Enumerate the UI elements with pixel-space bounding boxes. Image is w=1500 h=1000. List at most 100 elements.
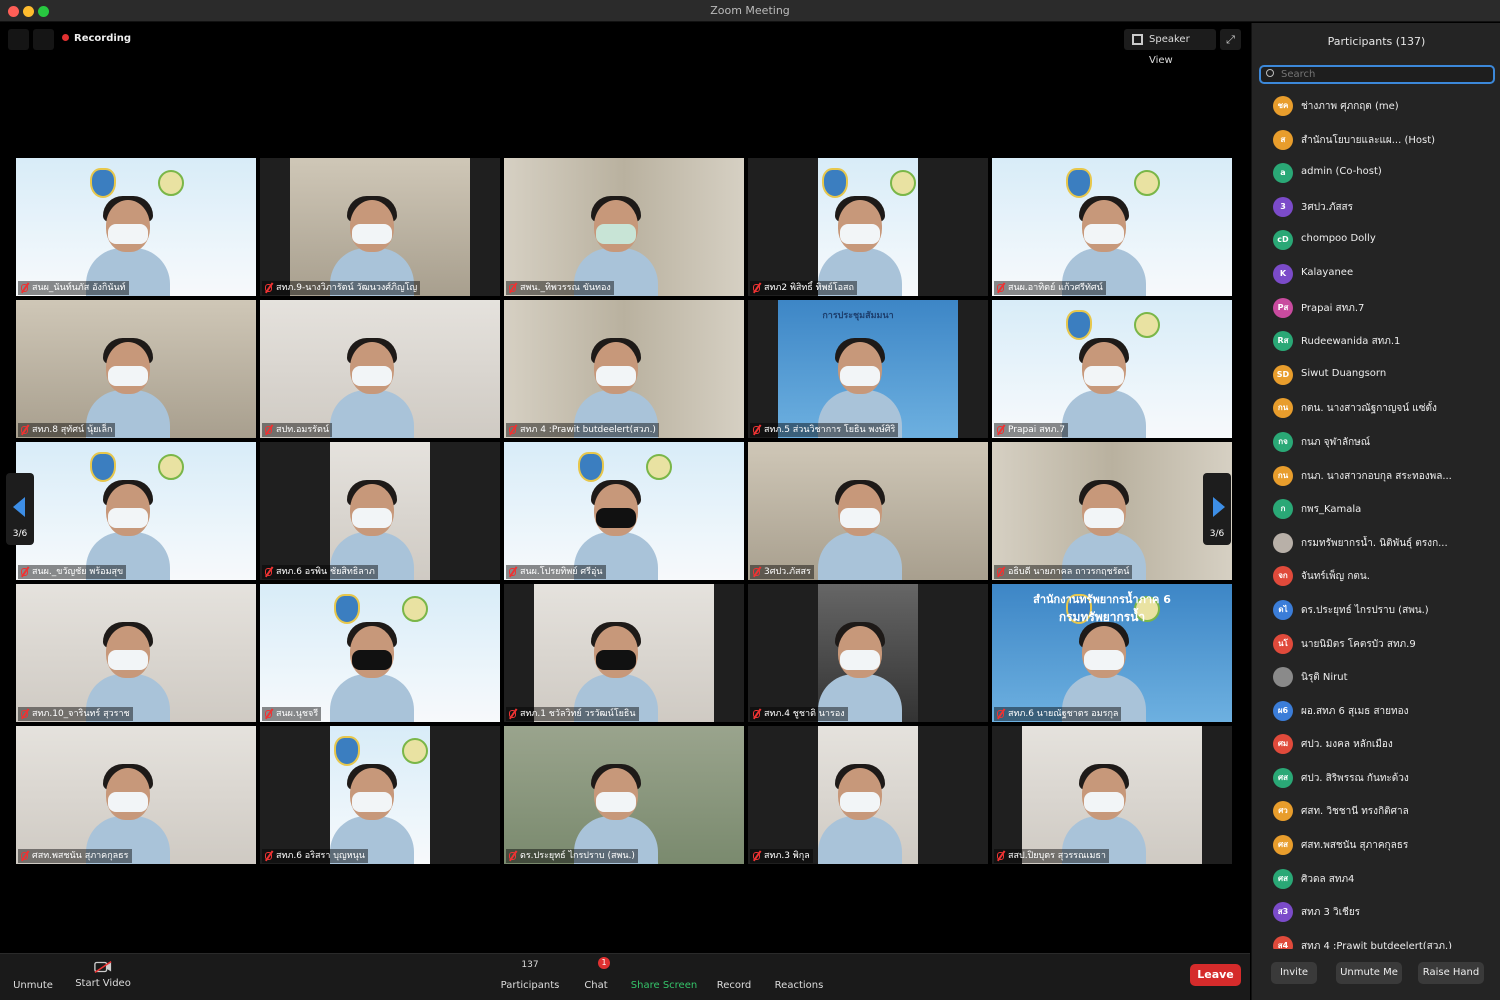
video-tile[interactable]: สทภ 4 :Prawit butdeelert(สวภ.): [504, 300, 744, 438]
video-tile[interactable]: สทภ.10_จารินทร์ สุวราช: [16, 584, 256, 722]
video-tile[interactable]: สทภ.6 อรพิน ชัยสิทธิลาภ: [260, 442, 500, 580]
participant-list-item[interactable]: ส3 สทภ 3 วิเชียร: [1252, 895, 1500, 929]
participant-list-item[interactable]: ชค ช่างภาพ ศุภกฤต (me): [1252, 89, 1500, 123]
mic-muted-icon: [21, 852, 28, 860]
video-tile[interactable]: สทภ.3 พิกุล: [748, 726, 988, 864]
video-tile[interactable]: สทภ2 พิสิทธิ์ ทิพย์โอสถ: [748, 158, 988, 296]
department-seal-icon: [646, 454, 672, 480]
video-tile[interactable]: สนผ.นุชจรี: [260, 584, 500, 722]
video-tile[interactable]: สทภ.6 อริสรา บุญหนุน: [260, 726, 500, 864]
video-tile[interactable]: สปท.อมรรัตน์: [260, 300, 500, 438]
start-video-button[interactable]: Start Video: [74, 960, 132, 989]
participant-list-item[interactable]: ส4 สทภ 4 :Prawit butdeelert(สวภ.): [1252, 929, 1500, 949]
unmute-label: Unmute: [13, 980, 53, 991]
video-tile[interactable]: สทภ.4 ชูชาติ นารอง: [748, 584, 988, 722]
participant-list-item[interactable]: 3 3ศปว.ภัสสร: [1252, 190, 1500, 224]
meeting-info-icon[interactable]: [33, 29, 54, 50]
invite-button[interactable]: Invite: [1271, 962, 1317, 984]
department-seal-icon: [158, 454, 184, 480]
mic-muted-icon: [753, 568, 760, 576]
video-tile[interactable]: สพน._ทิพวรรณ ขันทอง: [504, 158, 744, 296]
participant-list-item[interactable]: ผ6 ผอ.สทภ 6 สุเมธ สายทอง: [1252, 694, 1500, 728]
participant-list-item[interactable]: a admin (Co-host): [1252, 156, 1500, 190]
shared-slide-title: การประชุมสัมมนา: [822, 311, 894, 321]
avatar: กจ: [1273, 431, 1293, 452]
participants-list[interactable]: ชค ช่างภาพ ศุภกฤต (me) ส สำนักนโยบายและแผ..…: [1252, 89, 1500, 949]
video-tile[interactable]: สนผ.โปรยทิพย์ ศรีอุ่น: [504, 442, 744, 580]
video-tile[interactable]: สสป.ปิยบุตร สุวรรณเมธา: [992, 726, 1232, 864]
participant-list-item[interactable]: Rส Rudeewanida สทภ.1: [1252, 324, 1500, 358]
avatar: นโ: [1273, 633, 1293, 654]
search-input[interactable]: [1259, 65, 1495, 84]
participant-list-item[interactable]: ศส ศปว. สิริพรรณ กันทะด้วง: [1252, 761, 1500, 795]
participant-list-item[interactable]: นิรุติ Nirut: [1252, 660, 1500, 694]
participant-list-item[interactable]: กรมทรัพยากรน้ำ. นิติพันธุ์ ตรงก...: [1252, 526, 1500, 560]
video-tile[interactable]: การประชุมสัมมนา สทภ.5 ส่วนวิชาการ โยธิน พ…: [748, 300, 988, 438]
video-tile[interactable]: สนผ._ขวัญชัย พร้อมสุข: [16, 442, 256, 580]
leave-button[interactable]: Leave: [1190, 964, 1241, 986]
shield-icon[interactable]: [8, 29, 29, 50]
banner-line-1: สำนักงานทรัพยากรน้ำภาค 6: [1033, 593, 1171, 606]
participant-list-item[interactable]: จก จันทร์เพ็ญ กตน.: [1252, 559, 1500, 593]
video-tile[interactable]: สำนักงานทรัพยากรน้ำภาค 6 กรมทรัพยากรน้ำ สท…: [992, 584, 1232, 722]
participants-footer: Invite Unmute Me Raise Hand: [1252, 953, 1500, 1000]
reactions-button[interactable]: Reactions: [774, 980, 824, 991]
share-screen-button[interactable]: Share Screen: [630, 980, 698, 991]
participant-list-item[interactable]: ส สำนักนโยบายและแผ... (Host): [1252, 123, 1500, 157]
participant-silhouette: [1062, 338, 1146, 438]
participant-name: สนผ.นุชจรี: [276, 709, 319, 719]
participant-list-item[interactable]: K Kalayanee: [1252, 257, 1500, 291]
avatar: [1273, 667, 1293, 688]
video-tile[interactable]: สทภ.1 ชวัลวิทย์ วรวัฒน์โยธิน: [504, 584, 744, 722]
participants-panel-title: Participants (137): [1327, 35, 1426, 48]
avatar: Rส: [1273, 331, 1293, 352]
video-tile[interactable]: ศสท.พสชนัน สุภาคกุลธร: [16, 726, 256, 864]
raise-hand-button[interactable]: Raise Hand: [1418, 962, 1484, 984]
participant-list-item[interactable]: กน กตน. นางสาวณัฐกาญจน์ แซ่ตั้ง: [1252, 391, 1500, 425]
unmute-me-button[interactable]: Unmute Me: [1336, 962, 1402, 984]
participant-name: สปท.อมรรัตน์: [276, 425, 330, 435]
department-seal-icon: [402, 738, 428, 764]
video-tile[interactable]: สทภ.8 สุทัศน์ นุ้ยเล็ก: [16, 300, 256, 438]
video-tile[interactable]: สนผ.อาทิตย์ แก้วศรีทัศน์: [992, 158, 1232, 296]
arrow-left-icon: [13, 497, 25, 517]
participant-list-name: Prapai สทภ.7: [1301, 302, 1365, 314]
department-seal-icon: [1134, 170, 1160, 196]
participant-list-item[interactable]: ก กพร_Kamala: [1252, 492, 1500, 526]
participant-list-item[interactable]: ดไ ดร.ประยุทธ์ ไกรปราบ (สพน.): [1252, 593, 1500, 627]
participant-name: สทภ.6 อริสรา บุญหนุน: [276, 851, 365, 861]
participant-list-name: ศสท. วิชชานี ทรงกิติศาล: [1301, 806, 1409, 818]
next-page-button[interactable]: 3/6: [1203, 473, 1231, 545]
record-button[interactable]: Record: [714, 980, 754, 991]
participant-list-item[interactable]: Pส Prapai สทภ.7: [1252, 291, 1500, 325]
department-seal-icon: [402, 596, 428, 622]
participant-list-item[interactable]: SD Siwut Duangsorn: [1252, 358, 1500, 392]
video-tile[interactable]: 3ศปว.ภัสสร: [748, 442, 988, 580]
department-seal-icon: [1134, 312, 1160, 338]
participant-list-item[interactable]: ศว ศสท. วิชชานี ทรงกิติศาล: [1252, 794, 1500, 828]
participants-count: 137: [521, 960, 539, 970]
video-tile[interactable]: สนผ_นันท์นภัส อังกินันท์: [16, 158, 256, 296]
participant-name: สทภ.1 ชวัลวิทย์ วรวัฒน์โยธิน: [520, 709, 636, 719]
chat-button[interactable]: Chat: [580, 980, 612, 991]
fullscreen-icon[interactable]: ⤢: [1220, 29, 1241, 50]
participant-list-item[interactable]: cD chompoo Dolly: [1252, 223, 1500, 257]
recording-indicator[interactable]: Recording: [62, 33, 131, 44]
previous-page-button[interactable]: 3/6: [6, 473, 34, 545]
unmute-button[interactable]: Unmute: [12, 980, 54, 991]
speaker-view-label: Speaker View: [1149, 34, 1190, 66]
participant-list-item[interactable]: กจ กนภ จุฬาลักษณ์: [1252, 425, 1500, 459]
video-tile[interactable]: Prapai สทภ.7: [992, 300, 1232, 438]
participants-button[interactable]: 137 Participants: [500, 960, 560, 991]
participant-silhouette: [818, 480, 902, 580]
video-tile[interactable]: สทภ.9-นางวิภารัตน์ วัฒนวงศ์ภิญโญ: [260, 158, 500, 296]
video-tile[interactable]: ดร.ประยุทธ์ ไกรปราบ (สพน.): [504, 726, 744, 864]
participant-list-item[interactable]: ศส ศิวดล สทภ4: [1252, 862, 1500, 896]
participant-name-label: สพน._ทิพวรรณ ขันทอง: [506, 281, 614, 295]
video-tile[interactable]: อธิบดี นายภาคล ถาวรกฤชรัตน์: [992, 442, 1232, 580]
participant-list-item[interactable]: กน กนภ. นางสาวกอบกุล สระทองพล...: [1252, 459, 1500, 493]
participant-list-item[interactable]: นโ นายนิมิตร โคตรบัว สทภ.9: [1252, 627, 1500, 661]
participant-list-item[interactable]: ศม ศปว. มงคล หลักเมือง: [1252, 727, 1500, 761]
speaker-view-button[interactable]: Speaker View: [1124, 29, 1216, 66]
participant-list-item[interactable]: ศส ศสท.พสชนัน สุภาคกุลธร: [1252, 828, 1500, 862]
